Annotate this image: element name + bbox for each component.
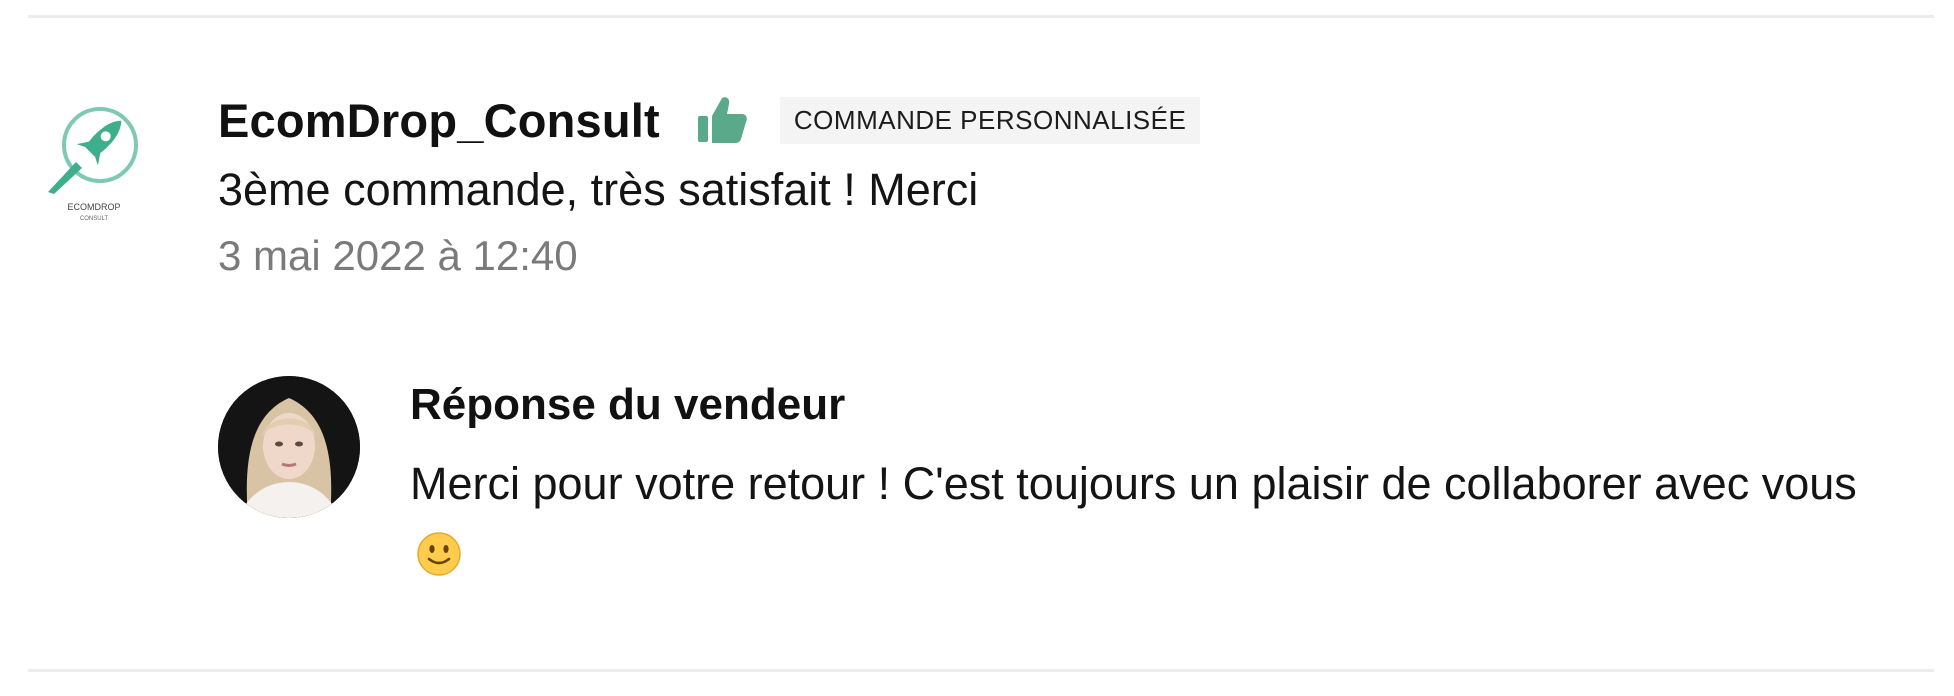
rocket-logo-icon: ECOMDROP CONSULT bbox=[48, 107, 138, 222]
thumbs-up-icon bbox=[696, 94, 748, 146]
slightly-smiling-face-icon bbox=[416, 531, 462, 577]
logo-text: ECOMDROP bbox=[67, 202, 120, 212]
seller-reply: Réponse du vendeur Merci pour votre reto… bbox=[410, 380, 1910, 592]
logo-subtext: CONSULT bbox=[80, 216, 109, 222]
order-type-badge: COMMANDE PERSONNALISÉE bbox=[779, 96, 1201, 144]
reviewer-username[interactable]: EcomDrop_Consult bbox=[218, 93, 660, 148]
reply-text-container: Merci pour votre retour ! C'est toujours… bbox=[410, 448, 1900, 592]
review-card: ECOMDROP CONSULT EcomDrop_Consult COMMAN… bbox=[0, 0, 1954, 696]
review-header: EcomDrop_Consult COMMANDE PERSONNALISÉE bbox=[218, 90, 1918, 150]
seller-avatar[interactable] bbox=[218, 376, 360, 518]
reply-text: Merci pour votre retour ! C'est toujours… bbox=[410, 458, 1857, 509]
reply-title: Réponse du vendeur bbox=[410, 380, 846, 429]
bottom-divider bbox=[28, 669, 1934, 672]
seller-avatar-photo bbox=[218, 376, 360, 518]
reviewer-avatar[interactable]: ECOMDROP CONSULT bbox=[40, 100, 150, 230]
top-divider bbox=[28, 15, 1934, 18]
review-body: EcomDrop_Consult COMMANDE PERSONNALISÉE … bbox=[218, 90, 1918, 280]
review-text: 3ème commande, très satisfait ! Merci bbox=[218, 164, 979, 215]
review-date: 3 mai 2022 à 12:40 bbox=[218, 232, 578, 279]
